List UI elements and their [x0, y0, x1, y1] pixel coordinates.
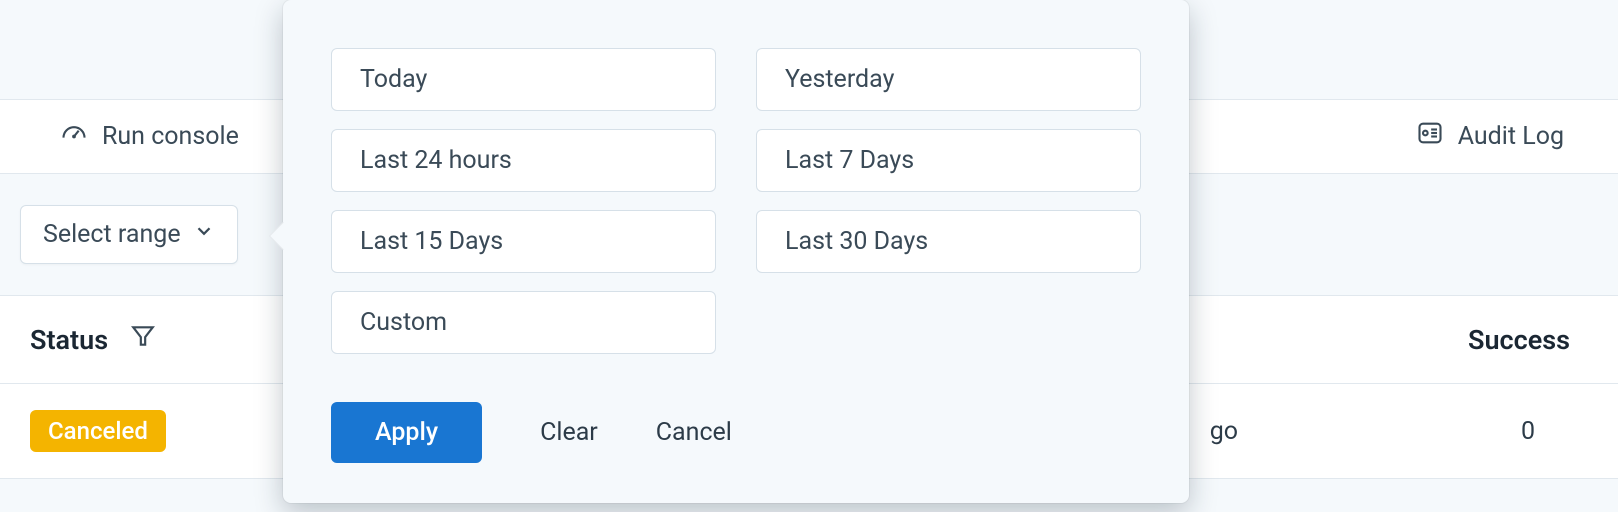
range-option-today[interactable]: Today — [331, 48, 716, 111]
audit-log-icon — [1416, 119, 1444, 154]
success-value: 0 — [1521, 417, 1535, 446]
column-header-status[interactable]: Status — [30, 323, 156, 356]
gauge-icon — [60, 119, 88, 154]
select-range-label: Select range — [43, 220, 181, 249]
tab-run-console[interactable]: Run console — [60, 119, 239, 154]
column-header-label: Success — [1468, 324, 1570, 356]
tab-label: Run console — [102, 122, 239, 151]
range-option-last-24-hours[interactable]: Last 24 hours — [331, 129, 716, 192]
column-header-label: Status — [30, 324, 108, 356]
popover-actions: Apply Clear Cancel — [331, 402, 1141, 463]
cancel-button[interactable]: Cancel — [656, 418, 732, 447]
range-option-last-7-days[interactable]: Last 7 Days — [756, 129, 1141, 192]
time-fragment: go — [1210, 417, 1238, 446]
range-option-yesterday[interactable]: Yesterday — [756, 48, 1141, 111]
range-option-custom[interactable]: Custom — [331, 291, 716, 354]
chevron-down-icon — [193, 220, 215, 249]
select-range-dropdown[interactable]: Select range — [20, 205, 238, 264]
cell-success: 0 — [1468, 417, 1588, 446]
apply-button[interactable]: Apply — [331, 402, 482, 463]
range-options-grid: Today Yesterday Last 24 hours Last 7 Day… — [331, 48, 1141, 354]
tab-label: Audit Log — [1458, 122, 1564, 151]
range-option-last-15-days[interactable]: Last 15 Days — [331, 210, 716, 273]
filter-icon[interactable] — [130, 323, 156, 356]
app-root: Run console Audit Log Select range — [0, 0, 1618, 512]
status-badge: Canceled — [30, 410, 166, 452]
column-header-success[interactable]: Success — [1468, 324, 1588, 356]
date-range-popover: Today Yesterday Last 24 hours Last 7 Day… — [283, 0, 1189, 503]
cell-status: Canceled — [30, 410, 166, 452]
tab-audit-log[interactable]: Audit Log — [1416, 119, 1564, 154]
range-option-last-30-days[interactable]: Last 30 Days — [756, 210, 1141, 273]
clear-button[interactable]: Clear — [540, 418, 598, 447]
